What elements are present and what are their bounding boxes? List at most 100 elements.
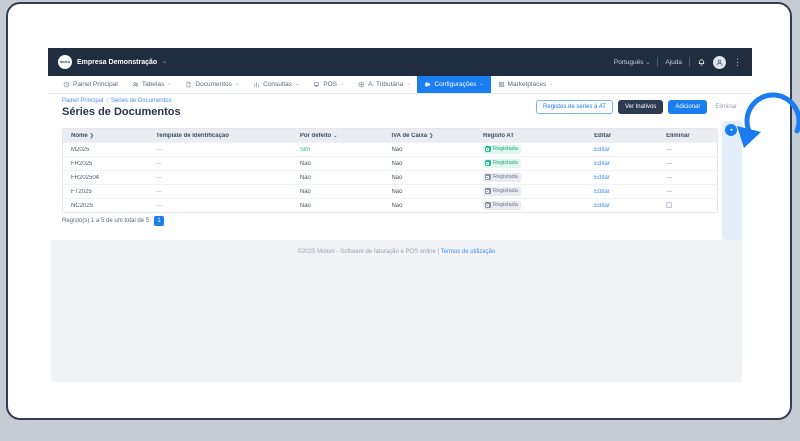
tax-icon <box>358 81 365 88</box>
pagination-summary: Registo(s) 1 a 5 de um total de 5 <box>62 218 150 224</box>
pos-icon <box>313 81 320 88</box>
nav-menu: Painel Principal Tabelas ⌄ Documentos ⌄ Consu… <box>48 76 752 94</box>
nav-item-marketplaces[interactable]: Marketplaces ⌄ <box>491 76 561 93</box>
terms-link[interactable]: Termos de utilização <box>441 249 496 255</box>
nav-item-pos[interactable]: POS ⌄ <box>306 76 351 93</box>
sort-icon: ❯ <box>89 132 94 139</box>
nav-item-configura-es[interactable]: Configurações ⌄ <box>417 76 491 93</box>
footer: ©2025 Moloni - Software de faturação e P… <box>51 249 742 255</box>
eliminar-button[interactable]: Eliminar <box>712 100 740 114</box>
cell-eliminar: — <box>658 189 717 195</box>
right-panel-strip <box>722 121 742 240</box>
chevron-down-icon: ⌄ <box>167 81 172 87</box>
cell-template: — <box>156 146 163 153</box>
cell-editar: Editar <box>586 147 658 153</box>
cell-eliminar <box>658 201 717 210</box>
nav-item-painel-principal[interactable]: Painel Principal <box>56 76 125 93</box>
cell-eliminar: — <box>658 161 717 167</box>
chevron-down-icon: ⌄ <box>549 81 554 87</box>
nav-item-documentos[interactable]: Documentos ⌄ <box>178 76 246 93</box>
cell-registo-at: Registada <box>475 172 586 183</box>
edit-link[interactable]: Editar <box>594 161 610 167</box>
nav-item-consultas[interactable]: Consultas ⌄ <box>246 76 306 93</box>
cell-template: — <box>156 188 163 195</box>
chevron-down-icon: ⌄ <box>406 81 411 87</box>
registo-at-badge: Registada <box>482 200 521 210</box>
registo-at-label: Registada <box>492 159 518 166</box>
at-badge-icon <box>484 174 491 181</box>
language-label: Português <box>613 58 644 66</box>
divider <box>689 57 690 67</box>
nav-item-a-tribut-ria[interactable]: A. Tributária ⌄ <box>351 76 417 93</box>
chevron-down-icon: ⌄ <box>295 81 300 87</box>
cell-iva-caixa: Não <box>391 174 403 181</box>
adicionar-button[interactable]: Adicionar <box>668 100 708 114</box>
chevron-down-icon: ⌄ <box>339 81 345 87</box>
panel-collapse-button[interactable]: ◂ <box>725 124 737 136</box>
pagination: Registo(s) 1 a 5 de um total de 5 1 <box>62 216 165 226</box>
column-header-registo-at: Registo AT <box>482 132 514 139</box>
user-avatar[interactable] <box>713 55 726 69</box>
registo-at-label: Registada <box>492 201 518 208</box>
table-body: M2025 — Sim Não Registada Editar — FR2025 — Não Nã… <box>63 142 717 212</box>
no-delete-dash: — <box>666 174 673 181</box>
nav-item-tabelas[interactable]: Tabelas ⌄ <box>125 76 179 93</box>
moloni-logo-icon: demo <box>58 55 72 69</box>
content-area: Painel Principal | Séries de Documentos … <box>48 94 752 382</box>
page-title: Séries de Documentos <box>62 106 181 118</box>
registo-at-badge: Registada <box>482 172 521 182</box>
cell-template: — <box>156 160 163 167</box>
help-link[interactable]: Ajuda <box>665 59 682 66</box>
cell-registo-at: Registada <box>475 186 586 197</box>
cell-por-defeito: Não <box>299 174 311 181</box>
nav-item-label: Configurações <box>434 81 477 88</box>
breadcrumb-home[interactable]: Painel Principal <box>62 98 103 104</box>
cell-iva-caixa: Não <box>391 160 403 167</box>
table-row: FR2025 — Não Não Registada Editar — <box>63 156 717 170</box>
registo-at-label: Registada <box>492 187 518 194</box>
breadcrumb-current: Séries de Documentos <box>110 98 172 104</box>
sort-icon: ⌄ <box>333 132 338 139</box>
language-selector[interactable]: Português ⌄ <box>614 59 650 66</box>
edit-link[interactable]: Editar <box>594 147 610 153</box>
page-1-button[interactable]: 1 <box>154 216 165 226</box>
ver-inativos-button[interactable]: Ver Inativos <box>617 100 664 114</box>
chevron-left-icon: ◂ <box>729 126 733 133</box>
registo-at-label: Registada <box>492 173 518 180</box>
row-delete-checkbox[interactable] <box>666 201 673 208</box>
table-header-row: Nome ❯ Template de Identificação Por defeit… <box>63 129 717 142</box>
action-buttons: Registos de séries à AT Ver Inativos Adi… <box>536 100 740 114</box>
series-table: Nome ❯ Template de Identificação Por defeit… <box>62 128 718 213</box>
cell-por-defeito: Não <box>299 202 311 209</box>
column-header-template-de-identifica-o: Template de Identificação <box>156 132 229 139</box>
nav-item-label: POS <box>323 81 337 88</box>
app-window: demo Empresa Demonstração ⌄ Português ⌄ … <box>48 48 800 382</box>
cell-por-defeito: Sim <box>299 146 311 153</box>
kebab-menu-icon[interactable]: ⋮ <box>733 57 742 67</box>
cell-template: — <box>156 202 163 209</box>
cell-eliminar: — <box>658 147 717 153</box>
edit-link[interactable]: Editar <box>594 189 610 195</box>
nav-item-label: Documentos <box>195 81 232 88</box>
cell-editar: Editar <box>586 161 658 167</box>
registo-at-label: Registada <box>492 145 518 152</box>
cell-registo-at: Registada <box>475 200 586 211</box>
nav-item-label: A. Tributária <box>368 81 404 88</box>
cell-por-defeito: Não <box>299 188 311 195</box>
chevron-down-icon: ⌄ <box>645 59 651 66</box>
cell-iva-caixa: Não <box>391 202 403 209</box>
cell-por-defeito: Não <box>299 160 311 167</box>
edit-link[interactable]: Editar <box>594 203 610 209</box>
bell-icon[interactable] <box>697 58 706 67</box>
top-bar: demo Empresa Demonstração ⌄ Português ⌄ … <box>48 48 752 76</box>
registos-series-at-button[interactable]: Registos de séries à AT <box>536 100 613 114</box>
column-header-por-defeito[interactable]: Por defeito ⌄ <box>292 133 384 139</box>
nav-item-label: Painel Principal <box>73 81 118 88</box>
company-switcher[interactable]: demo Empresa Demonstração ⌄ <box>58 55 167 69</box>
at-badge-icon <box>484 202 491 209</box>
edit-link[interactable]: Editar <box>594 175 610 181</box>
column-header-editar: Editar <box>594 132 612 139</box>
column-header-iva-de-caixa[interactable]: IVA de Caixa ❯ <box>383 133 475 139</box>
cell-registo-at: Registada <box>475 158 586 169</box>
column-header-nome[interactable]: Nome ❯ <box>63 133 148 139</box>
